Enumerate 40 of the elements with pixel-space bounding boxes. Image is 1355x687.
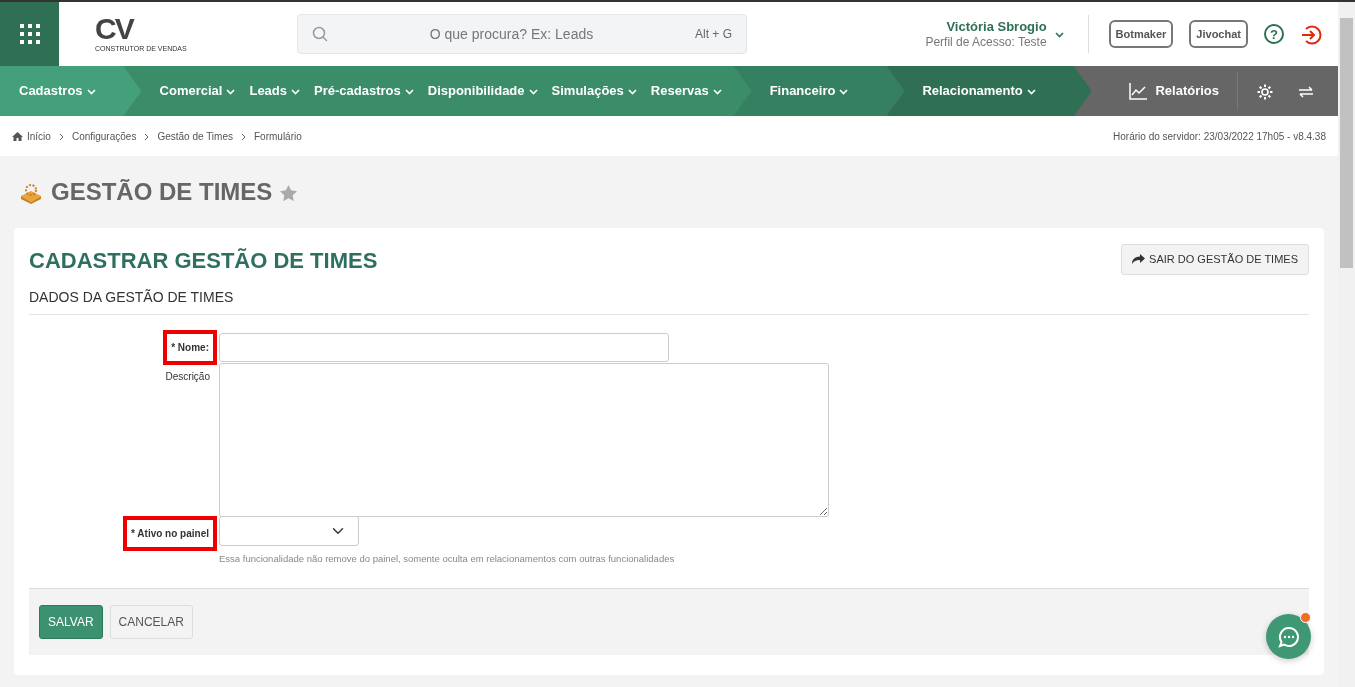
- menu-item[interactable]: Disponibilidade: [427, 81, 538, 101]
- search-icon: [312, 26, 328, 42]
- breadcrumb-link[interactable]: Gestão de Times: [157, 128, 233, 144]
- section-heading: DADOS DA GESTÃO DE TIMES: [29, 287, 1309, 315]
- server-time: Horário do servidor: 23/03/2022 17h05 - v8.4.38: [1113, 129, 1326, 144]
- field-label: * Ativo no painel: [123, 516, 217, 551]
- menu-item[interactable]: Relacionamento: [922, 81, 1036, 101]
- share-arrow-icon: [1132, 253, 1146, 265]
- field-label: Descrição: [164, 370, 211, 384]
- menu-item[interactable]: Reservas: [650, 81, 722, 101]
- form-button[interactable]: SALVAR: [39, 605, 103, 640]
- apps-grid-icon[interactable]: [0, 2, 59, 66]
- form-button[interactable]: CANCELAR: [109, 605, 193, 640]
- chat-bubble-icon: [1277, 625, 1300, 648]
- search-input[interactable]: O que procura? Ex: Leads: [328, 22, 695, 46]
- menu-item[interactable]: Pré-cadastros: [314, 81, 414, 101]
- search-field[interactable]: O que procura? Ex: Leads Alt + G: [297, 14, 747, 54]
- logo-text: CV: [95, 13, 133, 44]
- shortcut-hint: Alt + G: [695, 26, 732, 43]
- page-title: GESTÃO DE TIMES: [51, 177, 273, 207]
- access-profile: Perfil de Acesso: Teste: [925, 34, 1047, 49]
- user-name: Victória Sbrogio: [945, 19, 1047, 35]
- field-label: * Nome:: [163, 330, 217, 365]
- header-button[interactable]: Jivochat: [1189, 19, 1248, 49]
- menu-item[interactable]: Simulações: [551, 81, 637, 101]
- menu-item[interactable]: Comercial: [159, 81, 236, 101]
- exit-button[interactable]: SAIR DO GESTÃO DE TIMES: [1121, 244, 1309, 275]
- menu-item[interactable]: Leads: [249, 81, 301, 101]
- header-button[interactable]: Botmaker: [1108, 19, 1174, 49]
- help-text: Essa funcionalidade não remove do painel, somente oculta em relacionamentos com outras funcionalidades: [219, 552, 675, 566]
- menu-item[interactable]: Cadastros: [19, 81, 96, 101]
- menu-item[interactable]: Financeiro: [769, 81, 849, 101]
- line-chart-icon: [1129, 82, 1148, 100]
- help-button[interactable]: ?: [1264, 24, 1284, 44]
- breadcrumb-link[interactable]: Início: [27, 128, 51, 144]
- name-input[interactable]: [219, 333, 669, 362]
- form-title: CADASTRAR GESTÃO DE TIMES: [29, 247, 378, 275]
- breadcrumb-link[interactable]: Configurações: [71, 128, 137, 144]
- reports-link[interactable]: Relatórios: [1129, 81, 1219, 101]
- breadcrumb-link[interactable]: Formulário: [254, 128, 302, 144]
